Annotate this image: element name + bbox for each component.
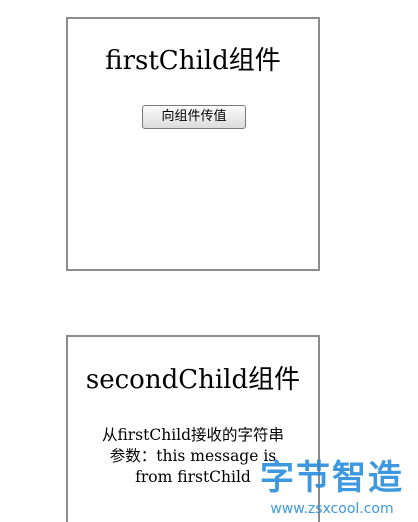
- second-child-title: secondChild组件: [85, 365, 301, 395]
- first-child-title: firstChild组件: [105, 46, 281, 76]
- received-message: 从firstChild接收的字符串 参数：this message is fro…: [68, 425, 318, 488]
- received-message-line: from firstChild: [135, 468, 251, 486]
- first-child-component: firstChild组件 向组件传值: [66, 17, 320, 271]
- received-message-line: 从firstChild接收的字符串: [101, 426, 285, 444]
- received-message-line: 参数：this message is: [109, 447, 277, 465]
- send-to-component-button[interactable]: 向组件传值: [142, 105, 246, 129]
- second-child-component: secondChild组件 从firstChild接收的字符串 参数：this …: [66, 335, 320, 522]
